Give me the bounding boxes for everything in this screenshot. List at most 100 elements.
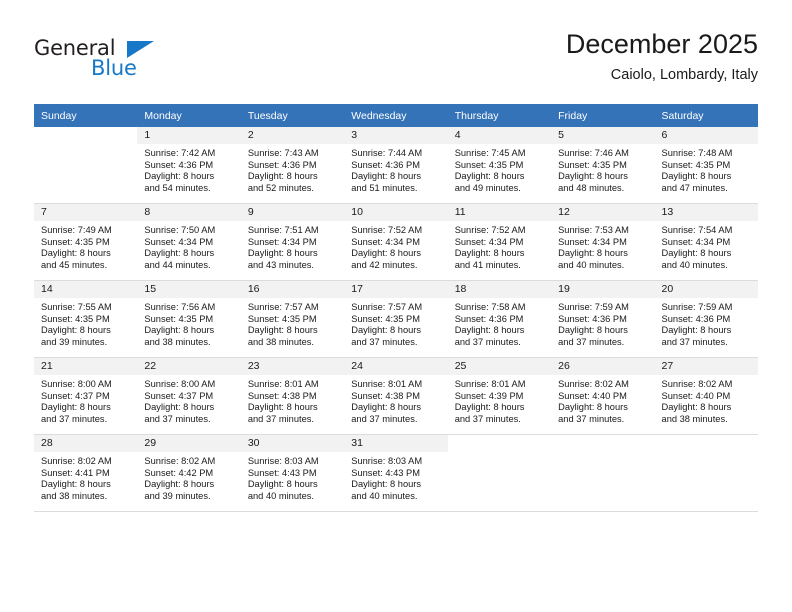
- calendar-day-cell[interactable]: 28 Sunrise: 8:02 AM Sunset: 4:41 PM Dayligh…: [34, 434, 138, 512]
- calendar-day-cell[interactable]: 8 Sunrise: 7:50 AM Sunset: 4:34 PM Daylight…: [137, 203, 241, 281]
- day-number: 8: [137, 204, 241, 221]
- day-daylight-line2-text: and 37 minutes.: [454, 336, 521, 347]
- calendar-day-cell[interactable]: 16 Sunrise: 7:57 AM Sunset: 4:35 PM Dayligh…: [240, 280, 345, 358]
- calendar-day-cell[interactable]: 18 Sunrise: 7:58 AM Sunset: 4:36 PM Dayligh…: [447, 280, 552, 358]
- calendar-day-cell[interactable]: 7 Sunrise: 7:49 AM Sunset: 4:35 PM Daylight…: [34, 203, 138, 281]
- calendar-day-cell[interactable]: 21 Sunrise: 8:00 AM Sunset: 4:37 PM Dayligh…: [34, 357, 138, 435]
- day-daylight-line1-text: Daylight: 8 hours: [558, 248, 628, 259]
- day-sunrise-text: Sunrise: 8:00 AM: [144, 379, 216, 389]
- calendar-header-row: Sunday Monday Tuesday Wednesday Thursday…: [34, 104, 758, 127]
- day-daylight-line2-text: and 37 minutes.: [351, 413, 418, 424]
- calendar-day-cell[interactable]: 25 Sunrise: 8:01 AM Sunset: 4:39 PM Dayligh…: [447, 357, 552, 435]
- day-number: 25: [447, 358, 552, 375]
- day-number: [551, 435, 654, 452]
- day-cell-content: 5 Sunrise: 7:46 AM Sunset: 4:35 PM Daylight…: [551, 127, 655, 203]
- day-sun-info: Sunrise: 8:01 AM Sunset: 4:39 PM Daylight:…: [448, 375, 551, 425]
- calendar-day-cell[interactable]: 27 Sunrise: 8:02 AM Sunset: 4:40 PM Dayligh…: [654, 357, 758, 435]
- day-daylight-line1-text: Daylight: 8 hours: [41, 248, 111, 259]
- calendar-day-cell[interactable]: 19 Sunrise: 7:59 AM Sunset: 4:36 PM Dayligh…: [551, 280, 655, 358]
- day-sunset-text: Sunset: 4:35 PM: [41, 313, 110, 324]
- day-sunset-text: Sunset: 4:34 PM: [661, 236, 731, 247]
- day-cell-content: 31 Sunrise: 8:03 AM Sunset: 4:43 PM Dayligh…: [344, 435, 448, 511]
- calendar-day-cell[interactable]: 3 Sunrise: 7:44 AM Sunset: 4:36 PM Daylight…: [344, 127, 448, 204]
- calendar-week-row: 28 Sunrise: 8:02 AM Sunset: 4:41 PM Dayligh…: [34, 434, 758, 512]
- day-sun-info: Sunrise: 8:02 AM Sunset: 4:42 PM Daylight:…: [137, 452, 240, 502]
- day-number: 12: [551, 204, 655, 221]
- calendar-day-cell[interactable]: 11 Sunrise: 7:52 AM Sunset: 4:34 PM Dayligh…: [447, 203, 552, 281]
- day-sun-info: Sunrise: 8:03 AM Sunset: 4:43 PM Daylight:…: [241, 452, 344, 502]
- brand-logo[interactable]: General Blue: [34, 36, 164, 84]
- day-cell-content: 22 Sunrise: 8:00 AM Sunset: 4:37 PM Dayligh…: [137, 358, 241, 434]
- calendar-day-cell[interactable]: 12 Sunrise: 7:53 AM Sunset: 4:34 PM Dayligh…: [551, 203, 655, 281]
- day-daylight-line2-text: and 42 minutes.: [351, 259, 418, 270]
- day-sunset-text: Sunset: 4:36 PM: [247, 159, 317, 170]
- day-cell-content: 13 Sunrise: 7:54 AM Sunset: 4:34 PM Dayligh…: [654, 204, 758, 280]
- calendar-day-cell[interactable]: 6 Sunrise: 7:48 AM Sunset: 4:35 PM Daylight…: [654, 127, 758, 204]
- calendar-day-cell[interactable]: 1 Sunrise: 7:42 AM Sunset: 4:36 PM Daylight…: [137, 127, 241, 204]
- day-number: 23: [240, 358, 345, 375]
- day-cell-content: [655, 435, 758, 511]
- calendar-day-cell[interactable]: 10 Sunrise: 7:52 AM Sunset: 4:34 PM Dayligh…: [344, 203, 448, 281]
- day-daylight-line1-text: Daylight: 8 hours: [247, 325, 318, 336]
- day-sunrise-text: Sunrise: 7:58 AM: [454, 302, 526, 312]
- calendar-day-cell[interactable]: 26 Sunrise: 8:02 AM Sunset: 4:40 PM Dayligh…: [551, 357, 655, 435]
- calendar-day-cell[interactable]: 22 Sunrise: 8:00 AM Sunset: 4:37 PM Dayligh…: [137, 357, 241, 435]
- calendar-day-cell[interactable]: 20 Sunrise: 7:59 AM Sunset: 4:36 PM Dayligh…: [654, 280, 758, 358]
- day-number: 10: [344, 204, 448, 221]
- day-sunrise-text: Sunrise: 7:48 AM: [661, 148, 733, 158]
- day-number: 29: [137, 435, 241, 452]
- day-daylight-line1-text: Daylight: 8 hours: [144, 402, 215, 413]
- day-daylight-line2-text: and 52 minutes.: [247, 182, 314, 193]
- day-sunset-text: Sunset: 4:35 PM: [661, 159, 731, 170]
- day-number: 21: [34, 358, 138, 375]
- calendar-day-cell[interactable]: 30 Sunrise: 8:03 AM Sunset: 4:43 PM Dayligh…: [240, 434, 345, 512]
- calendar-day-cell[interactable]: 5 Sunrise: 7:46 AM Sunset: 4:35 PM Daylight…: [551, 127, 655, 204]
- day-sun-info: Sunrise: 7:51 AM Sunset: 4:34 PM Daylight:…: [241, 221, 344, 271]
- day-number: 9: [240, 204, 345, 221]
- calendar-day-cell[interactable]: 23 Sunrise: 8:01 AM Sunset: 4:38 PM Dayligh…: [240, 357, 345, 435]
- day-daylight-line2-text: and 37 minutes.: [41, 413, 108, 424]
- day-sunrise-text: Sunrise: 8:03 AM: [351, 456, 423, 466]
- calendar-day-cell[interactable]: 24 Sunrise: 8:01 AM Sunset: 4:38 PM Dayligh…: [344, 357, 448, 435]
- day-number: 24: [344, 358, 448, 375]
- day-cell-content: 23 Sunrise: 8:01 AM Sunset: 4:38 PM Dayligh…: [240, 358, 345, 434]
- day-sun-info: [34, 144, 137, 148]
- calendar-day-cell[interactable]: 29 Sunrise: 8:02 AM Sunset: 4:42 PM Dayligh…: [137, 434, 241, 512]
- calendar-day-cell[interactable]: 2 Sunrise: 7:43 AM Sunset: 4:36 PM Daylight…: [240, 127, 345, 204]
- day-daylight-line2-text: and 40 minutes.: [351, 490, 418, 501]
- weekday-header-thursday: Thursday: [447, 104, 552, 127]
- day-cell-content: 14 Sunrise: 7:55 AM Sunset: 4:35 PM Dayligh…: [34, 281, 138, 357]
- day-sunrise-text: Sunrise: 7:55 AM: [41, 302, 112, 312]
- day-daylight-line1-text: Daylight: 8 hours: [247, 402, 318, 413]
- day-sun-info: Sunrise: 7:42 AM Sunset: 4:36 PM Daylight:…: [137, 144, 240, 194]
- calendar-day-cell[interactable]: 9 Sunrise: 7:51 AM Sunset: 4:34 PM Daylight…: [240, 203, 345, 281]
- page-title: December 2025: [565, 29, 758, 59]
- day-sun-info: Sunrise: 8:02 AM Sunset: 4:41 PM Daylight:…: [34, 452, 137, 502]
- calendar-day-cell[interactable]: 13 Sunrise: 7:54 AM Sunset: 4:34 PM Dayligh…: [654, 203, 758, 281]
- day-cell-content: 8 Sunrise: 7:50 AM Sunset: 4:34 PM Daylight…: [137, 204, 241, 280]
- day-sun-info: Sunrise: 7:45 AM Sunset: 4:35 PM Daylight:…: [448, 144, 551, 194]
- day-daylight-line2-text: and 38 minutes.: [661, 413, 728, 424]
- day-daylight-line2-text: and 39 minutes.: [41, 336, 108, 347]
- day-sunset-text: Sunset: 4:43 PM: [351, 467, 420, 478]
- calendar-grid: Sunday Monday Tuesday Wednesday Thursday…: [34, 104, 758, 512]
- calendar-day-cell[interactable]: 14 Sunrise: 7:55 AM Sunset: 4:35 PM Dayligh…: [34, 280, 138, 358]
- day-sunrise-text: Sunrise: 7:52 AM: [351, 225, 423, 235]
- day-daylight-line1-text: Daylight: 8 hours: [661, 402, 732, 413]
- calendar-day-cell[interactable]: 4 Sunrise: 7:45 AM Sunset: 4:35 PM Daylight…: [447, 127, 552, 204]
- day-sun-info: Sunrise: 7:57 AM Sunset: 4:35 PM Daylight:…: [344, 298, 447, 348]
- day-sun-info: Sunrise: 8:02 AM Sunset: 4:40 PM Daylight:…: [551, 375, 654, 425]
- day-sunset-text: Sunset: 4:35 PM: [351, 313, 420, 324]
- day-daylight-line1-text: Daylight: 8 hours: [661, 248, 732, 259]
- day-number: 15: [137, 281, 241, 298]
- calendar-day-cell[interactable]: 31 Sunrise: 8:03 AM Sunset: 4:43 PM Dayligh…: [344, 434, 448, 512]
- day-number: 1: [137, 127, 241, 144]
- day-daylight-line2-text: and 48 minutes.: [558, 182, 625, 193]
- calendar-day-cell[interactable]: 17 Sunrise: 7:57 AM Sunset: 4:35 PM Dayligh…: [344, 280, 448, 358]
- day-cell-content: 26 Sunrise: 8:02 AM Sunset: 4:40 PM Dayligh…: [551, 358, 655, 434]
- weekday-header-monday: Monday: [137, 104, 241, 127]
- calendar-day-cell[interactable]: 15 Sunrise: 7:56 AM Sunset: 4:35 PM Dayligh…: [137, 280, 241, 358]
- day-sun-info: Sunrise: 7:59 AM Sunset: 4:36 PM Daylight:…: [551, 298, 654, 348]
- day-sunset-text: Sunset: 4:34 PM: [247, 236, 317, 247]
- day-sun-info: Sunrise: 8:01 AM Sunset: 4:38 PM Daylight:…: [241, 375, 344, 425]
